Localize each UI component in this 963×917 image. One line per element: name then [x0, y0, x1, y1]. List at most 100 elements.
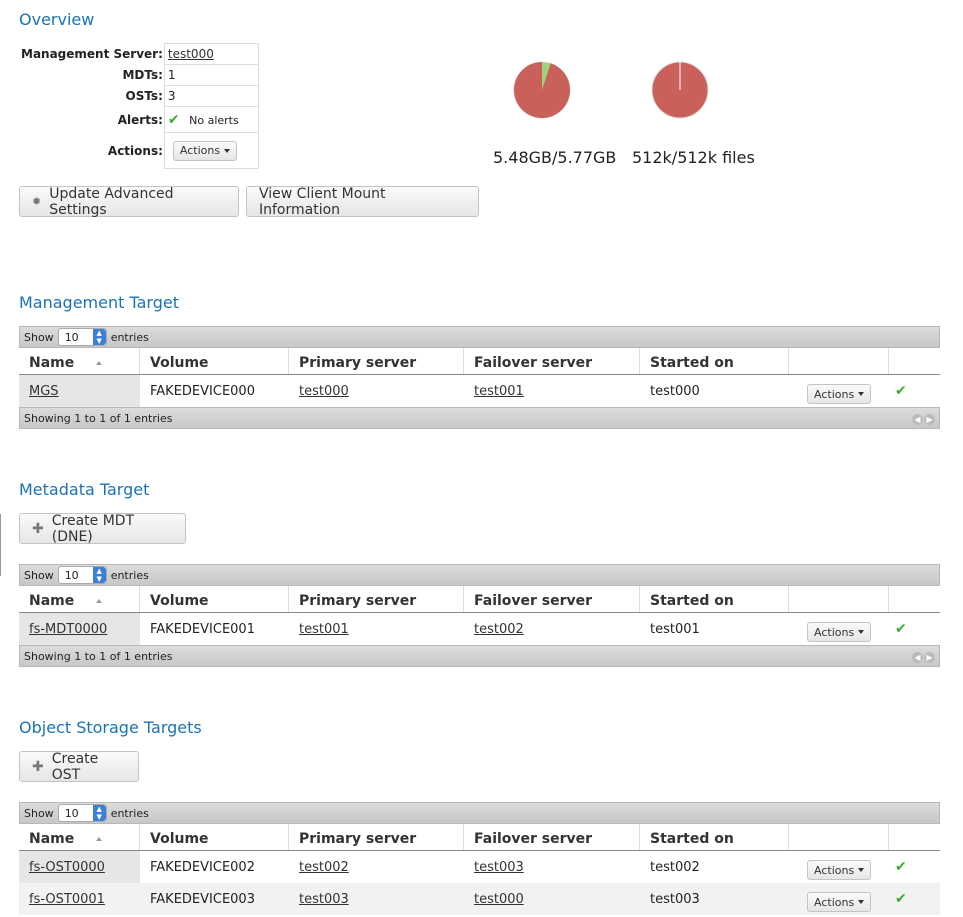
alerts-label: Alerts: [117, 112, 163, 127]
row-actions-button[interactable]: Actions [807, 622, 872, 642]
col-started-on[interactable]: Started on [640, 348, 789, 374]
row-actions-button[interactable]: Actions [807, 892, 872, 912]
object-storage-targets-table: Show 10 ▲ ▼ entries Name Volume Primary se… [19, 802, 940, 915]
actions-button-label: Actions [179, 144, 221, 157]
caret-down-icon [858, 630, 865, 634]
col-status [889, 348, 940, 374]
metadata-target-title: Metadata Target [19, 480, 150, 499]
table-row: MGS FAKEDEVICE000 test000 test001 test00… [19, 375, 940, 407]
col-volume[interactable]: Volume [140, 586, 289, 612]
mdts-label: MDTs: [122, 68, 163, 82]
failover-server-link[interactable]: test002 [474, 622, 524, 637]
col-name[interactable]: Name [19, 348, 140, 374]
plus-icon: ✚ [32, 758, 44, 775]
page-size-select[interactable]: 10 ▲ ▼ [57, 566, 107, 584]
files-usage-pie [651, 61, 709, 119]
next-page-icon[interactable]: ▶ [924, 651, 935, 663]
management-target-title: Management Target [19, 293, 179, 312]
osts-label: OSTs: [125, 89, 163, 103]
check-icon: ✔ [895, 891, 907, 907]
col-primary-server[interactable]: Primary server [289, 348, 464, 374]
col-name-label: Name [29, 593, 75, 609]
table-info: Showing 1 to 1 of 1 entries [24, 649, 173, 663]
col-started-on[interactable]: Started on [640, 824, 789, 850]
view-client-mount-label: View Client Mount Information [259, 185, 386, 218]
create-mdt-label: Create MDT (DNE) [51, 512, 135, 545]
update-advanced-settings-label: Update Advanced Settings [49, 185, 174, 218]
alerts-value: No alerts [189, 113, 239, 127]
target-name-link[interactable]: fs-MDT0000 [29, 622, 107, 637]
mgs-label: Management Server: [21, 47, 163, 61]
left-edge-divider [0, 514, 1, 576]
volume-cell: FAKEDEVICE003 [150, 891, 255, 907]
col-primary-server[interactable]: Primary server [289, 824, 464, 850]
col-failover-server[interactable]: Failover server [464, 348, 640, 374]
primary-server-link[interactable]: test000 [299, 384, 349, 399]
col-name-label: Name [29, 831, 75, 847]
create-mdt-button[interactable]: ✚ Create MDT (DNE) [19, 512, 186, 545]
update-advanced-settings-button[interactable]: ✹ Update Advanced Settings [19, 185, 239, 218]
space-used-slice [514, 62, 570, 118]
page-size-value: 10 [64, 806, 79, 820]
page-size-value: 10 [64, 568, 79, 582]
next-page-icon[interactable]: ▶ [924, 413, 935, 425]
failover-server-link[interactable]: test000 [474, 892, 524, 907]
started-on-cell: test000 [650, 383, 700, 399]
volume-cell: FAKEDEVICE000 [150, 383, 255, 399]
col-volume[interactable]: Volume [140, 348, 289, 374]
sort-asc-icon [96, 837, 103, 841]
mgs-link[interactable]: test000 [168, 47, 214, 61]
check-icon: ✔ [167, 111, 180, 128]
overview-actions-button[interactable]: Actions [172, 140, 238, 161]
target-name-link[interactable]: MGS [29, 384, 59, 399]
row-actions-button[interactable]: Actions [807, 860, 872, 880]
check-icon: ✔ [895, 859, 907, 875]
col-name[interactable]: Name [19, 824, 140, 850]
target-name-link[interactable]: fs-OST0001 [29, 892, 105, 907]
started-on-cell: test001 [650, 621, 700, 637]
check-icon: ✔ [895, 383, 907, 399]
col-volume[interactable]: Volume [140, 824, 289, 850]
caret-down-icon [224, 148, 231, 153]
sort-asc-icon [96, 361, 103, 365]
entries-label: entries [110, 568, 149, 582]
actions-button-label: Actions [814, 387, 855, 401]
failover-server-link[interactable]: test003 [474, 860, 524, 875]
col-actions [789, 824, 889, 850]
caret-down-icon [858, 868, 865, 872]
mdts-value: 1 [163, 64, 259, 86]
check-icon: ✔ [895, 621, 907, 637]
page-size-select[interactable]: 10 ▲ ▼ [57, 804, 107, 822]
create-ost-button[interactable]: ✚ Create OST [19, 751, 139, 783]
col-name[interactable]: Name [19, 586, 140, 612]
actions-button-label: Actions [814, 895, 855, 909]
view-client-mount-button[interactable]: View Client Mount Information [246, 185, 479, 218]
started-on-cell: test002 [650, 859, 700, 875]
primary-server-link[interactable]: test001 [299, 622, 349, 637]
primary-server-link[interactable]: test002 [299, 860, 349, 875]
caret-down-icon [858, 900, 865, 904]
sort-asc-icon [96, 599, 103, 603]
col-actions [789, 348, 889, 374]
row-actions-button[interactable]: Actions [807, 384, 872, 404]
page-size-select[interactable]: 10 ▲ ▼ [57, 328, 107, 346]
volume-cell: FAKEDEVICE001 [150, 621, 255, 637]
started-on-cell: test003 [650, 891, 700, 907]
actions-button-label: Actions [814, 863, 855, 877]
col-started-on[interactable]: Started on [640, 586, 789, 612]
col-primary-server[interactable]: Primary server [289, 586, 464, 612]
entries-label: entries [110, 806, 149, 820]
failover-server-link[interactable]: test001 [474, 384, 524, 399]
prev-page-icon[interactable]: ◀ [912, 413, 923, 425]
pager: ◀ ▶ [911, 412, 935, 425]
management-target-table: Show 10 ▲ ▼ entries Name Volume Primary se… [19, 326, 940, 429]
col-failover-server[interactable]: Failover server [464, 824, 640, 850]
table-info: Showing 1 to 1 of 1 entries [24, 411, 173, 425]
space-caption: 5.48GB/5.77GB [493, 148, 617, 167]
table-row: fs-MDT0000 FAKEDEVICE001 test001 test002… [19, 613, 940, 645]
prev-page-icon[interactable]: ◀ [912, 651, 923, 663]
table-row: fs-OST0000 FAKEDEVICE002 test002 test003… [19, 851, 940, 883]
col-failover-server[interactable]: Failover server [464, 586, 640, 612]
primary-server-link[interactable]: test003 [299, 892, 349, 907]
target-name-link[interactable]: fs-OST0000 [29, 860, 105, 875]
